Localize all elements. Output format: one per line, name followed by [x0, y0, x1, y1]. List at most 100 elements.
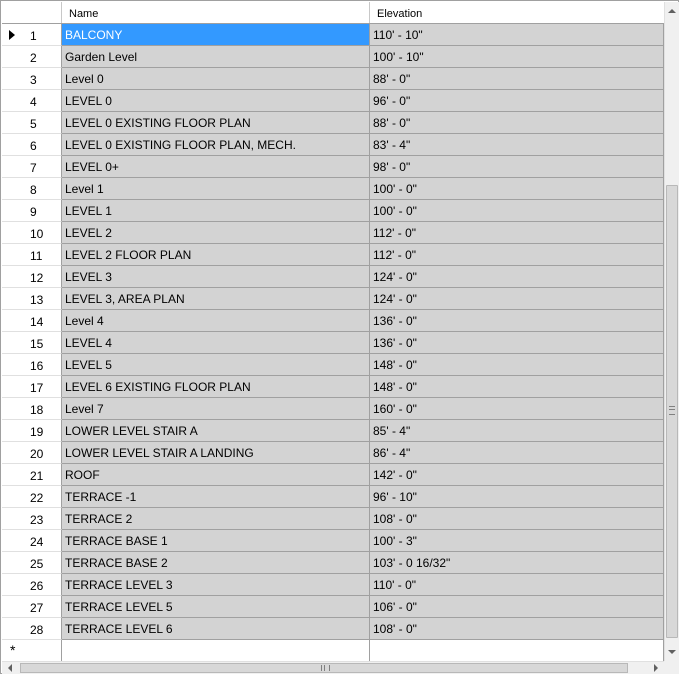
- cell-name[interactable]: LEVEL 0 EXISTING FLOOR PLAN: [62, 112, 370, 134]
- row-header[interactable]: 26: [2, 574, 62, 596]
- table-row[interactable]: 22 TERRACE -1 96' - 10": [2, 486, 664, 508]
- table-row[interactable]: 18 Level 7 160' - 0": [2, 398, 664, 420]
- cell-elevation[interactable]: 112' - 0": [370, 222, 664, 244]
- row-header[interactable]: 8: [2, 178, 62, 200]
- table-row[interactable]: 2 Garden Level 100' - 10": [2, 46, 664, 68]
- row-header[interactable]: 16: [2, 354, 62, 376]
- row-header[interactable]: 9: [2, 200, 62, 222]
- vertical-scroll-thumb[interactable]: [666, 185, 678, 638]
- cell-name[interactable]: LEVEL 2: [62, 222, 370, 244]
- scroll-down-button[interactable]: [665, 644, 679, 661]
- cell-elevation[interactable]: 83' - 4": [370, 134, 664, 156]
- vertical-scrollbar[interactable]: [664, 2, 679, 661]
- row-header[interactable]: *: [2, 640, 62, 662]
- column-header-elevation[interactable]: Elevation: [370, 2, 664, 23]
- cell-name[interactable]: LEVEL 0: [62, 90, 370, 112]
- cell-name[interactable]: LOWER LEVEL STAIR A: [62, 420, 370, 442]
- table-row[interactable]: 25 TERRACE BASE 2 103' - 0 16/32": [2, 552, 664, 574]
- cell-name[interactable]: Level 0: [62, 68, 370, 90]
- table-row[interactable]: 19 LOWER LEVEL STAIR A 85' - 4": [2, 420, 664, 442]
- cell-elevation[interactable]: 124' - 0": [370, 266, 664, 288]
- new-row[interactable]: *: [2, 640, 664, 662]
- table-row[interactable]: 21 ROOF 142' - 0": [2, 464, 664, 486]
- row-header[interactable]: 4: [2, 90, 62, 112]
- table-row[interactable]: 14 Level 4 136' - 0": [2, 310, 664, 332]
- table-row[interactable]: 24 TERRACE BASE 1 100' - 3": [2, 530, 664, 552]
- row-header[interactable]: 1: [2, 24, 62, 46]
- table-row[interactable]: 16 LEVEL 5 148' - 0": [2, 354, 664, 376]
- cell-name[interactable]: TERRACE LEVEL 3: [62, 574, 370, 596]
- table-row[interactable]: 17 LEVEL 6 EXISTING FLOOR PLAN 148' - 0": [2, 376, 664, 398]
- cell-elevation[interactable]: 110' - 0": [370, 574, 664, 596]
- table-row[interactable]: 28 TERRACE LEVEL 6 108' - 0": [2, 618, 664, 640]
- row-header[interactable]: 3: [2, 68, 62, 90]
- cell-elevation[interactable]: 98' - 0": [370, 156, 664, 178]
- cell-name[interactable]: Garden Level: [62, 46, 370, 68]
- cell-name[interactable]: Level 1: [62, 178, 370, 200]
- scroll-right-button[interactable]: [647, 662, 664, 674]
- table-row[interactable]: 23 TERRACE 2 108' - 0": [2, 508, 664, 530]
- table-row[interactable]: 7 LEVEL 0+ 98' - 0": [2, 156, 664, 178]
- cell-elevation[interactable]: 100' - 0": [370, 200, 664, 222]
- row-header[interactable]: 14: [2, 310, 62, 332]
- cell-name[interactable]: LEVEL 0 EXISTING FLOOR PLAN, MECH.: [62, 134, 370, 156]
- table-row[interactable]: 26 TERRACE LEVEL 3 110' - 0": [2, 574, 664, 596]
- row-header[interactable]: 17: [2, 376, 62, 398]
- table-row[interactable]: 13 LEVEL 3, AREA PLAN 124' - 0": [2, 288, 664, 310]
- cell-name[interactable]: ROOF: [62, 464, 370, 486]
- cell-elevation[interactable]: 142' - 0": [370, 464, 664, 486]
- row-header[interactable]: 6: [2, 134, 62, 156]
- row-header[interactable]: 10: [2, 222, 62, 244]
- cell-elevation[interactable]: 136' - 0": [370, 310, 664, 332]
- cell-name[interactable]: LOWER LEVEL STAIR A LANDING: [62, 442, 370, 464]
- cell-elevation[interactable]: 103' - 0 16/32": [370, 552, 664, 574]
- cell-elevation[interactable]: 112' - 0": [370, 244, 664, 266]
- cell-name[interactable]: LEVEL 5: [62, 354, 370, 376]
- cell-name[interactable]: BALCONY: [62, 24, 370, 46]
- cell-elevation[interactable]: 86' - 4": [370, 442, 664, 464]
- cell-elevation[interactable]: 96' - 0": [370, 90, 664, 112]
- row-header[interactable]: 5: [2, 112, 62, 134]
- row-header[interactable]: 13: [2, 288, 62, 310]
- scroll-up-button[interactable]: [665, 2, 679, 19]
- cell-elevation[interactable]: 100' - 0": [370, 178, 664, 200]
- column-header-name[interactable]: Name: [62, 2, 370, 23]
- horizontal-scroll-thumb[interactable]: [20, 663, 628, 673]
- table-row[interactable]: 5 LEVEL 0 EXISTING FLOOR PLAN 88' - 0": [2, 112, 664, 134]
- cell-elevation[interactable]: 88' - 0": [370, 112, 664, 134]
- table-row[interactable]: 15 LEVEL 4 136' - 0": [2, 332, 664, 354]
- cell-name[interactable]: TERRACE 2: [62, 508, 370, 530]
- header-corner[interactable]: [2, 2, 62, 23]
- cell-name[interactable]: LEVEL 0+: [62, 156, 370, 178]
- cell-elevation[interactable]: 108' - 0": [370, 508, 664, 530]
- row-header[interactable]: 7: [2, 156, 62, 178]
- row-header[interactable]: 11: [2, 244, 62, 266]
- scroll-left-button[interactable]: [2, 662, 19, 674]
- cell-elevation[interactable]: 96' - 10": [370, 486, 664, 508]
- table-row[interactable]: 3 Level 0 88' - 0": [2, 68, 664, 90]
- row-header[interactable]: 21: [2, 464, 62, 486]
- cell-elevation[interactable]: 160' - 0": [370, 398, 664, 420]
- table-row[interactable]: 20 LOWER LEVEL STAIR A LANDING 86' - 4": [2, 442, 664, 464]
- row-header[interactable]: 12: [2, 266, 62, 288]
- table-row[interactable]: 10 LEVEL 2 112' - 0": [2, 222, 664, 244]
- cell-elevation[interactable]: 148' - 0": [370, 354, 664, 376]
- cell-elevation[interactable]: 100' - 10": [370, 46, 664, 68]
- row-header[interactable]: 18: [2, 398, 62, 420]
- cell-elevation[interactable]: 148' - 0": [370, 376, 664, 398]
- row-header[interactable]: 20: [2, 442, 62, 464]
- horizontal-scrollbar[interactable]: [2, 661, 664, 674]
- cell-elevation[interactable]: 106' - 0": [370, 596, 664, 618]
- row-header[interactable]: 15: [2, 332, 62, 354]
- cell-name[interactable]: LEVEL 2 FLOOR PLAN: [62, 244, 370, 266]
- table-row[interactable]: 6 LEVEL 0 EXISTING FLOOR PLAN, MECH. 83' -…: [2, 134, 664, 156]
- cell-elevation[interactable]: 85' - 4": [370, 420, 664, 442]
- table-row[interactable]: 8 Level 1 100' - 0": [2, 178, 664, 200]
- cell-name[interactable]: TERRACE LEVEL 5: [62, 596, 370, 618]
- row-header[interactable]: 22: [2, 486, 62, 508]
- cell-name[interactable]: TERRACE BASE 2: [62, 552, 370, 574]
- table-row[interactable]: 9 LEVEL 1 100' - 0": [2, 200, 664, 222]
- table-row[interactable]: 27 TERRACE LEVEL 5 106' - 0": [2, 596, 664, 618]
- cell-name[interactable]: TERRACE LEVEL 6: [62, 618, 370, 640]
- cell-name[interactable]: TERRACE -1: [62, 486, 370, 508]
